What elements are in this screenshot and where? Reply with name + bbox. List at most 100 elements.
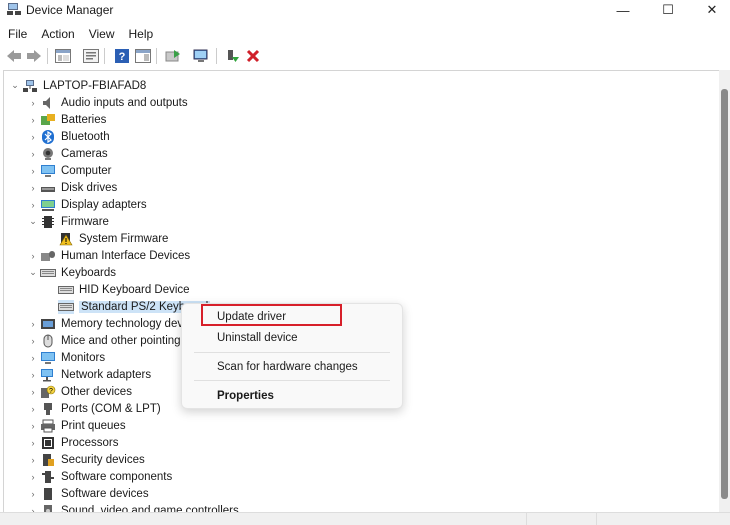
tree-category-item[interactable]: › Software devices (26, 485, 149, 502)
tree-root-label: LAPTOP-FBIAFAD8 (43, 79, 147, 92)
system-firmware-warning-icon (58, 232, 74, 246)
chevron-right-icon[interactable]: › (26, 115, 40, 125)
uninstall-device-icon[interactable] (244, 47, 262, 65)
chevron-right-icon[interactable]: › (26, 319, 40, 329)
tree-category-item[interactable]: › Processors (26, 434, 119, 451)
keyboard-icon (58, 283, 74, 297)
battery-icon (40, 113, 56, 127)
help-icon[interactable]: ? (113, 47, 131, 65)
enable-device-icon[interactable] (224, 47, 242, 65)
menu-file[interactable]: File (0, 26, 33, 44)
scan-hardware-icon[interactable] (192, 47, 210, 65)
menu-action[interactable]: Action (33, 26, 80, 44)
chevron-down-icon[interactable]: ⌄ (26, 267, 40, 278)
tree-category-item[interactable]: › Software components (26, 468, 172, 485)
close-button[interactable]: ✕ (692, 0, 730, 20)
vertical-scrollbar[interactable] (719, 70, 730, 512)
tree-category-item[interactable]: › Cameras (26, 145, 108, 162)
status-bar (0, 512, 730, 525)
chevron-right-icon[interactable]: › (26, 166, 40, 176)
tree-item-label: Human Interface Devices (61, 249, 191, 262)
maximize-button[interactable]: ☐ (648, 0, 688, 20)
tree-category-item[interactable]: › Batteries (26, 111, 106, 128)
chevron-right-icon[interactable]: › (26, 387, 40, 397)
disk-drive-icon (40, 181, 56, 195)
hid-icon (40, 249, 56, 263)
tree-item-label: Computer (61, 164, 112, 177)
chevron-right-icon[interactable]: › (26, 336, 40, 346)
port-icon (40, 402, 56, 416)
tree-item-label: System Firmware (79, 232, 169, 245)
tree-category-item[interactable]: › Print queues (26, 417, 126, 434)
tree-category-item[interactable]: › Network adapters (26, 366, 151, 383)
tree-item-label: Disk drives (61, 181, 118, 194)
chevron-down-icon[interactable]: ⌄ (8, 80, 22, 91)
chevron-right-icon[interactable]: › (26, 404, 40, 414)
tree-item-label: HID Keyboard Device (79, 283, 190, 296)
forward-arrow-icon[interactable] (25, 47, 43, 65)
menu-view[interactable]: View (81, 26, 121, 44)
chevron-down-icon[interactable]: ⌄ (26, 216, 40, 227)
menu-scan-hardware[interactable]: Scan for hardware changes (217, 361, 358, 373)
chevron-right-icon[interactable]: › (26, 489, 40, 499)
tree-category-item[interactable]: › Memory technology devices (26, 315, 204, 332)
memory-icon (40, 317, 56, 331)
chevron-right-icon[interactable]: › (26, 132, 40, 142)
tree-category-item[interactable]: › Monitors (26, 349, 105, 366)
tree-child-item[interactable]: System Firmware (58, 230, 168, 247)
chevron-right-icon[interactable]: › (26, 98, 40, 108)
tree-root[interactable]: ⌄ LAPTOP-FBIAFAD8 (8, 77, 146, 94)
tree-category-item[interactable]: › Human Interface Devices (26, 247, 191, 264)
chevron-right-icon[interactable]: › (26, 149, 40, 159)
software-component-icon (40, 470, 56, 484)
chevron-right-icon[interactable]: › (26, 353, 40, 363)
tree-category-item[interactable]: › Security devices (26, 451, 145, 468)
back-arrow-icon[interactable] (5, 47, 23, 65)
chevron-right-icon[interactable]: › (26, 438, 40, 448)
tree-category-item[interactable]: ›? Other devices (26, 383, 132, 400)
processor-icon (40, 436, 56, 450)
chevron-right-icon[interactable]: › (26, 370, 40, 380)
tree-item-label: Monitors (61, 351, 106, 364)
properties-icon[interactable] (82, 47, 100, 65)
menu-help[interactable]: Help (121, 26, 160, 44)
tree-item-label: Other devices (61, 385, 132, 398)
tree-category-item[interactable]: ⌄ Firmware (26, 213, 109, 230)
tree-item-label: Print queues (61, 419, 126, 432)
tree-child-item[interactable]: HID Keyboard Device (58, 281, 190, 298)
toolbar-separator (216, 48, 217, 64)
context-menu: Update driver Uninstall device Scan for … (181, 303, 403, 409)
camera-icon (40, 147, 56, 161)
tree-item-label: Audio inputs and outputs (61, 96, 188, 109)
tree-category-item[interactable]: ⌄ Keyboards (26, 264, 116, 281)
keyboard-icon (40, 266, 56, 280)
tree-category-item[interactable]: › Display adapters (26, 196, 147, 213)
chevron-right-icon[interactable]: › (26, 200, 40, 210)
minimize-button[interactable]: — (603, 0, 643, 20)
chevron-right-icon[interactable]: › (26, 251, 40, 261)
show-hide-tree-icon[interactable] (54, 47, 72, 65)
menu-uninstall-device[interactable]: Uninstall device (217, 332, 298, 344)
printer-icon (40, 419, 56, 433)
chevron-right-icon[interactable]: › (26, 183, 40, 193)
menu-update-driver[interactable]: Update driver (217, 311, 286, 323)
network-adapter-icon (40, 368, 56, 382)
action-pane-icon[interactable] (134, 47, 152, 65)
chevron-right-icon[interactable]: › (26, 421, 40, 431)
tree-category-item[interactable]: › Bluetooth (26, 128, 110, 145)
update-driver-icon[interactable] (164, 47, 182, 65)
tree-item-label: Keyboards (61, 266, 116, 279)
tree-category-item[interactable]: › Disk drives (26, 179, 118, 196)
chevron-right-icon[interactable]: › (26, 455, 40, 465)
status-pane (526, 513, 597, 525)
chevron-right-icon[interactable]: › (26, 472, 40, 482)
keyboard-icon (58, 299, 74, 314)
menu-properties[interactable]: Properties (217, 390, 274, 402)
scrollbar-thumb[interactable] (721, 89, 728, 499)
security-device-icon (40, 453, 56, 467)
tree-category-item[interactable]: › Computer (26, 162, 112, 179)
tree-category-item[interactable]: › Ports (COM & LPT) (26, 400, 161, 417)
tree-item-label: Software components (61, 470, 173, 483)
tree-category-item[interactable]: › Audio inputs and outputs (26, 94, 188, 111)
tree-item-label: Ports (COM & LPT) (61, 402, 161, 415)
